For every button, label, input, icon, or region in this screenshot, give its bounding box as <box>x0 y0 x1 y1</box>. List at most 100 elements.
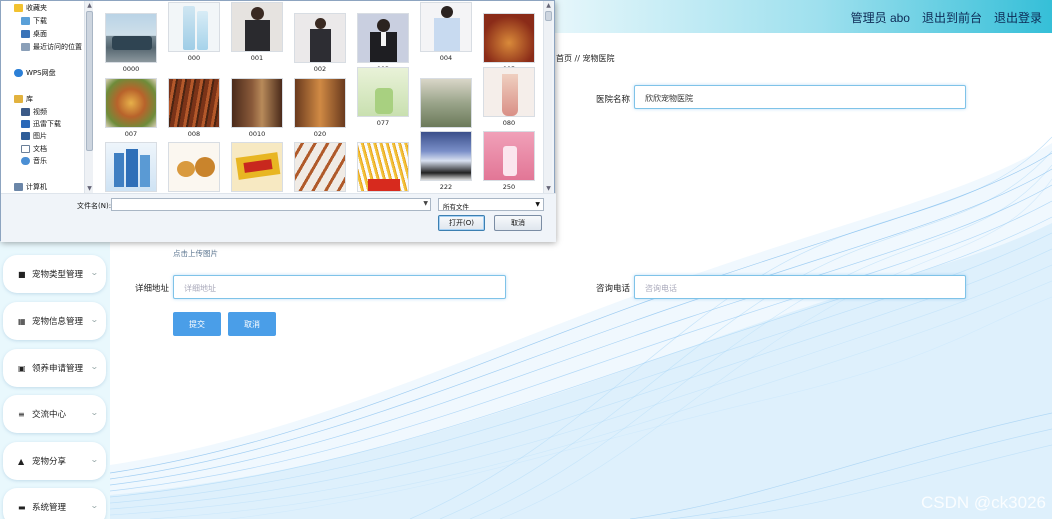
sidebar-item-pet-type[interactable]: ■ 宠物类型管理 ⌄ <box>3 255 106 293</box>
file-name: 222 <box>439 183 453 191</box>
filename-label: 文件名(N): <box>77 202 112 210</box>
dropdown-arrow-icon[interactable]: ▼ <box>423 200 428 207</box>
file-item[interactable]: 250 <box>483 131 535 191</box>
thumbs-up-icon: ▲ <box>18 456 25 466</box>
dialog-nav-pane: 收藏夹 下载 桌面 最近访问的位置 WPS网盘 库 视频 迅雷下载 图片 文档 … <box>1 1 93 193</box>
filename-input[interactable]: ▼ <box>111 198 431 211</box>
upload-image-hint[interactable]: 点击上传图片 <box>173 248 218 259</box>
sidebar-item-adoption[interactable]: ▣ 领养申请管理 ⌄ <box>3 349 106 387</box>
dialog-cancel-button[interactable]: 取消 <box>494 215 542 231</box>
file-item[interactable]: 002 <box>294 13 346 73</box>
files-scrollbar[interactable]: ▲ ▼ <box>543 1 552 193</box>
image-thumbnail <box>168 2 220 52</box>
header-links: 管理员 abo 退出到前台 退出登录 <box>851 9 1042 26</box>
image-thumbnail <box>168 142 220 192</box>
hospital-name-input[interactable]: 欣欣宠物医院 <box>634 85 966 109</box>
breadcrumb-home[interactable]: 首页 <box>556 54 572 63</box>
image-thumbnail <box>168 78 220 128</box>
file-item[interactable]: 008 <box>168 78 220 138</box>
filetype-value: 所有文件 <box>443 203 469 211</box>
image-thumbnail <box>105 78 157 128</box>
file-item[interactable]: 077 <box>357 67 409 127</box>
file-item[interactable]: 0010 <box>231 78 283 138</box>
nav-documents[interactable]: 文档 <box>21 144 47 154</box>
nav-wps[interactable]: WPS网盘 <box>14 68 56 78</box>
hospital-name-label: 医院名称 <box>596 95 631 105</box>
nav-computer[interactable]: 计算机 <box>14 182 47 192</box>
sidebar-item-label: 领养申请管理 <box>32 364 84 374</box>
file-name: 250 <box>502 183 516 191</box>
file-name: 080 <box>502 119 516 127</box>
file-open-dialog: 收藏夹 下载 桌面 最近访问的位置 WPS网盘 库 视频 迅雷下载 图片 文档 … <box>0 0 556 242</box>
nav-desktop[interactable]: 桌面 <box>21 29 47 39</box>
sidebar-item-label: 交流中心 <box>32 410 67 420</box>
pictures-icon <box>21 132 30 140</box>
open-button[interactable]: 打开(O) <box>438 215 485 231</box>
file-item[interactable]: 200 <box>294 142 346 193</box>
nav-label: 图片 <box>33 132 47 140</box>
image-thumbnail <box>420 131 472 181</box>
file-item[interactable]: 000 <box>168 2 220 62</box>
nav-thunder[interactable]: 迅雷下载 <box>21 119 61 129</box>
sidebar-item-system[interactable]: ▬ 系统管理 ⌄ <box>3 488 106 519</box>
nav-label: 桌面 <box>33 30 47 38</box>
sidebar-item-share[interactable]: ▲ 宠物分享 ⌄ <box>3 442 106 480</box>
file-item[interactable]: 222 <box>420 131 472 191</box>
image-thumbnail <box>420 2 472 52</box>
grid-icon: ▦ <box>18 316 26 326</box>
file-item[interactable]: 0010 <box>357 142 409 193</box>
file-item[interactable]: 001 <box>231 2 283 62</box>
submit-button[interactable]: 提交 <box>173 312 221 336</box>
file-item[interactable]: 020 <box>294 78 346 138</box>
file-item[interactable]: 007 <box>105 78 157 138</box>
logout-link[interactable]: 退出登录 <box>994 9 1042 26</box>
star-icon <box>14 4 23 12</box>
file-item[interactable]: 111 <box>231 142 283 193</box>
chevron-down-icon: ⌄ <box>90 455 100 464</box>
document-icon: ▣ <box>18 363 26 373</box>
nav-favorites[interactable]: 收藏夹 <box>14 3 47 13</box>
nav-scrollbar[interactable]: ▲ ▼ <box>84 1 93 193</box>
chevron-down-icon: ⌄ <box>90 315 100 324</box>
scroll-up-arrow-icon[interactable]: ▲ <box>544 1 553 10</box>
nav-label: 库 <box>26 95 33 103</box>
sidebar-item-exchange[interactable]: ≡ 交流中心 ⌄ <box>3 395 106 433</box>
file-item[interactable]: 100 <box>168 142 220 193</box>
scroll-thumb[interactable] <box>86 11 93 151</box>
file-item[interactable]: 005 <box>483 13 535 73</box>
file-item[interactable]: 004 <box>420 2 472 62</box>
filetype-select[interactable]: 所有文件 ▼ <box>438 198 544 211</box>
nav-videos[interactable]: 视频 <box>21 107 47 117</box>
nav-music[interactable]: 音乐 <box>21 156 47 166</box>
file-item[interactable]: 003 <box>357 13 409 73</box>
phone-input[interactable]: 咨询电话 <box>634 275 966 299</box>
nav-libraries[interactable]: 库 <box>14 94 33 104</box>
download-folder-icon <box>21 17 30 25</box>
file-item[interactable]: 0000 <box>105 13 157 73</box>
sidebar-item-pet-info[interactable]: ▦ 宠物信息管理 ⌄ <box>3 302 106 340</box>
image-thumbnail <box>483 13 535 63</box>
file-item[interactable]: 77 <box>420 78 472 138</box>
file-name: 004 <box>439 54 453 62</box>
nav-recent[interactable]: 最近访问的位置 <box>21 42 82 52</box>
briefcase-icon: ■ <box>18 269 26 279</box>
nav-downloads[interactable]: 下载 <box>21 16 47 26</box>
file-item[interactable]: 080 <box>483 67 535 127</box>
cancel-button[interactable]: 取消 <box>228 312 276 336</box>
scroll-thumb[interactable] <box>545 11 552 21</box>
dropdown-arrow-icon: ▼ <box>535 201 540 208</box>
scroll-down-arrow-icon[interactable]: ▼ <box>544 184 553 193</box>
image-thumbnail <box>231 2 283 52</box>
nav-pictures[interactable]: 图片 <box>21 131 47 141</box>
address-input[interactable]: 详细地址 <box>173 275 506 299</box>
sidebar-item-label: 宠物信息管理 <box>32 317 84 327</box>
image-thumbnail <box>420 78 472 128</box>
exit-to-front-link[interactable]: 退出到前台 <box>922 9 982 26</box>
image-thumbnail <box>231 78 283 128</box>
file-name: 077 <box>376 119 390 127</box>
cloud-icon <box>14 69 23 77</box>
file-item[interactable]: 088 <box>105 142 157 193</box>
image-thumbnail <box>294 78 346 128</box>
music-icon <box>21 157 30 165</box>
chevron-down-icon: ⌄ <box>90 408 100 417</box>
